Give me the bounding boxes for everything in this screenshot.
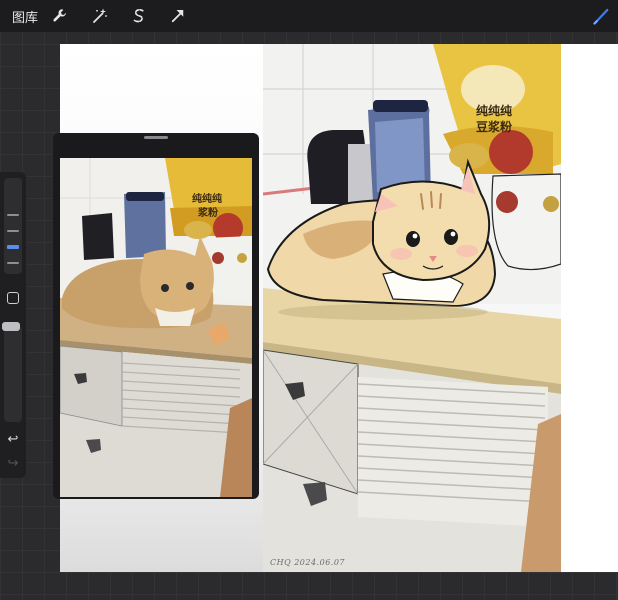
brush-icon[interactable] bbox=[590, 4, 614, 28]
size-tick bbox=[7, 262, 19, 264]
arrow-cursor-icon[interactable] bbox=[166, 4, 190, 28]
opacity-slider-thumb[interactable] bbox=[2, 322, 20, 331]
top-toolbar: 图库 bbox=[0, 0, 618, 32]
brush-opacity-slider[interactable] bbox=[4, 326, 22, 422]
undo-icon[interactable]: ↩ bbox=[4, 430, 22, 448]
package-label-line2: 豆浆粉 bbox=[476, 120, 513, 134]
artist-signature: CHQ 2024.06.07 bbox=[270, 558, 346, 567]
reference-window[interactable]: 纯纯纯 浆粉 bbox=[53, 133, 259, 499]
size-slider-thumb[interactable] bbox=[7, 245, 19, 249]
square-icon[interactable] bbox=[7, 292, 19, 304]
brush-size-slider[interactable] bbox=[4, 178, 22, 274]
size-tick bbox=[7, 214, 19, 216]
cat-painting: 纯纯纯 豆浆粉 CHQ 2024.06.07 bbox=[263, 44, 561, 572]
reference-photo: 纯纯纯 浆粉 bbox=[60, 158, 252, 497]
size-tick bbox=[7, 230, 19, 232]
selection-s-icon[interactable] bbox=[127, 4, 151, 28]
package-label-line1: 纯纯纯 bbox=[476, 104, 513, 118]
reference-drag-handle[interactable] bbox=[144, 136, 168, 139]
canvas-margin bbox=[561, 44, 618, 572]
reference-package-line1: 纯纯纯 bbox=[192, 194, 222, 205]
left-sidebar: ↩ ↪ bbox=[0, 172, 26, 478]
gallery-button[interactable]: 图库 bbox=[12, 7, 38, 26]
magic-wand-icon[interactable] bbox=[88, 4, 112, 28]
redo-icon[interactable]: ↪ bbox=[4, 454, 22, 472]
reference-package-line2: 浆粉 bbox=[198, 208, 218, 219]
wrench-icon[interactable] bbox=[48, 4, 72, 28]
